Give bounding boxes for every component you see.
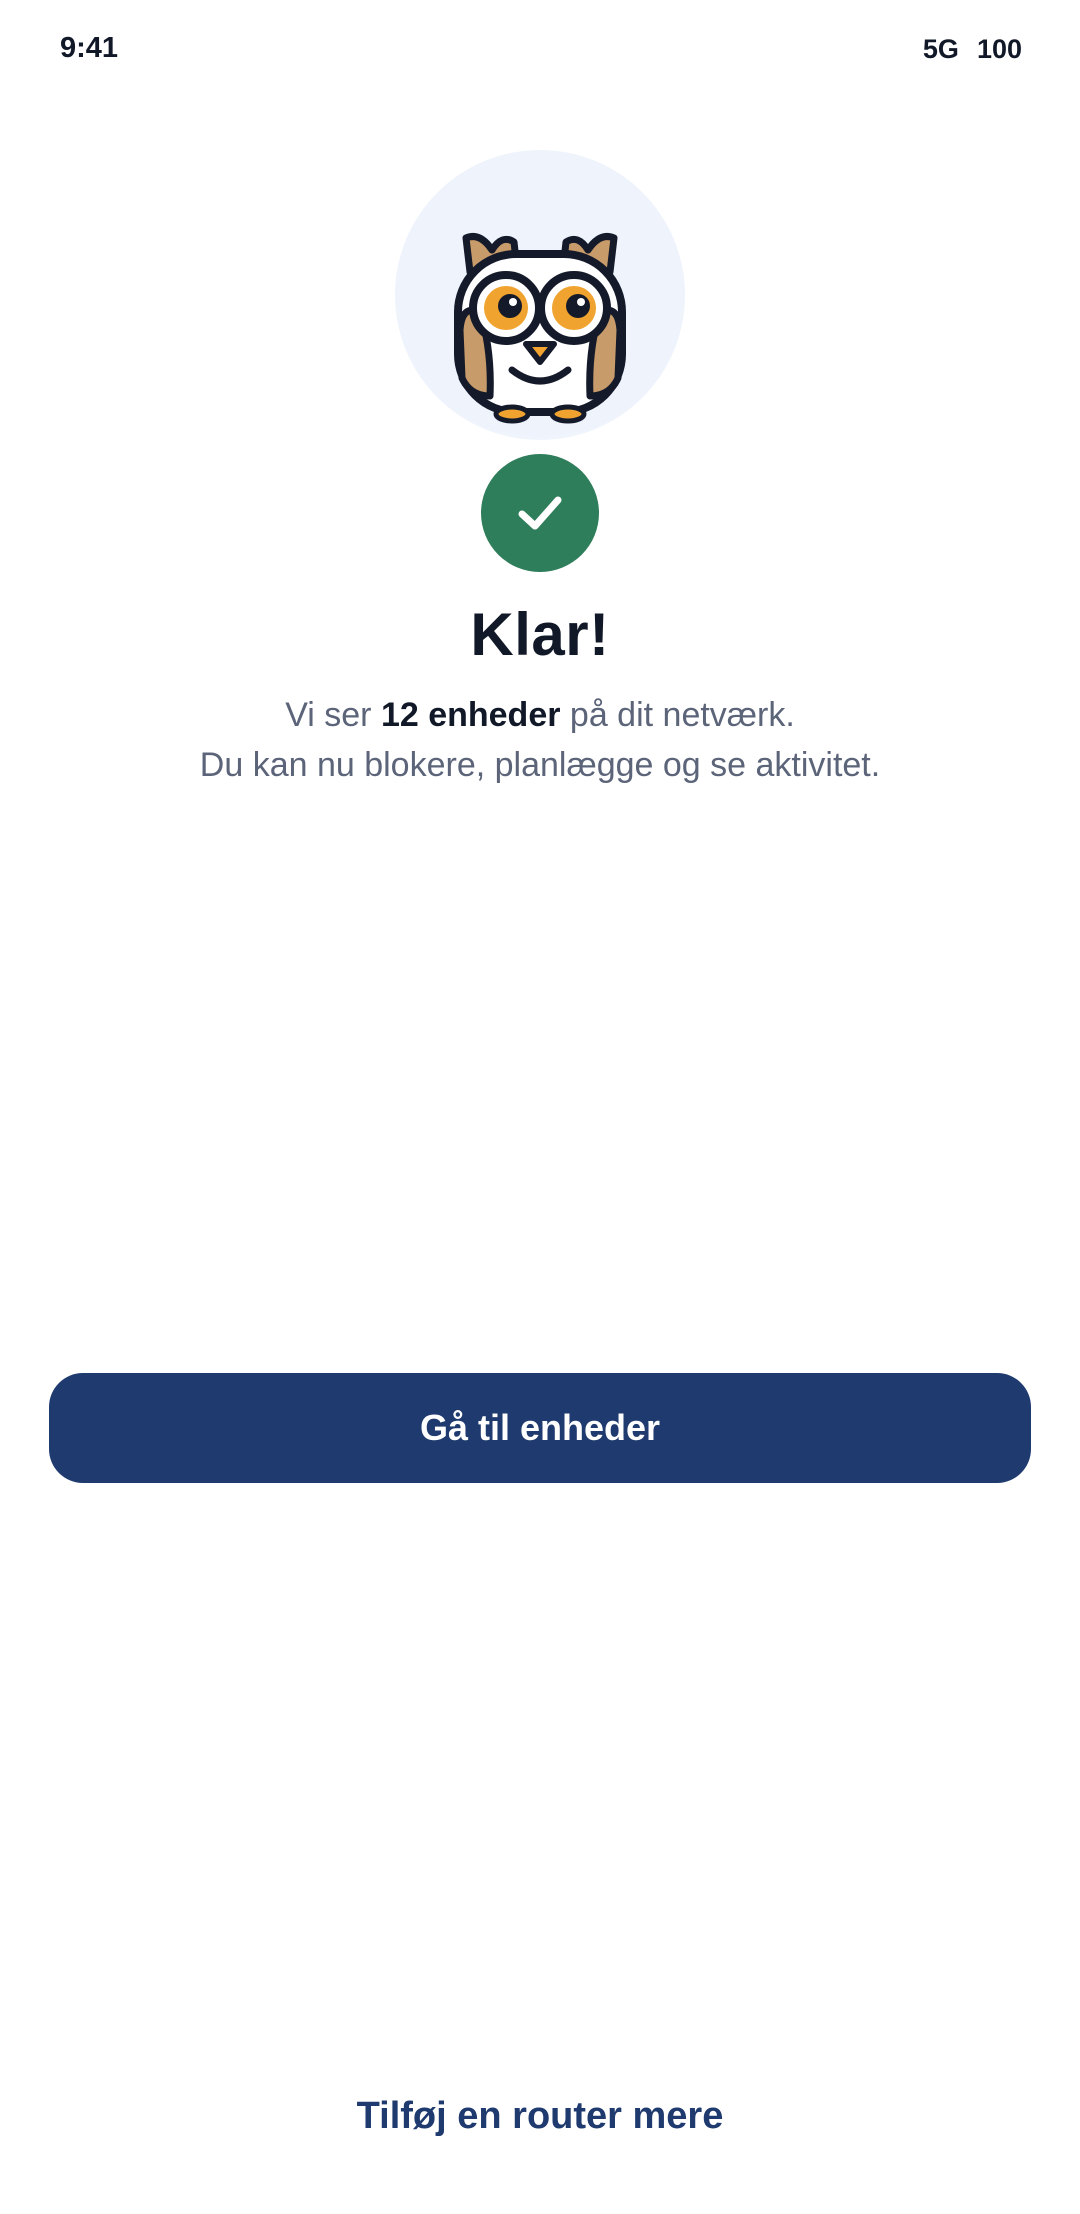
status-bar: 9:41 5G 100 <box>0 0 1080 100</box>
subtitle-suffix: på dit netværk. <box>560 696 795 734</box>
device-count: 12 enheder <box>380 696 561 734</box>
checkmark-icon <box>518 496 562 530</box>
status-indicators: 5G 100 <box>923 34 1022 65</box>
page-title: Klar! <box>470 601 610 668</box>
status-time: 9:41 <box>60 32 119 64</box>
subtitle: Vi ser 12 enheder på dit netværk. Du kan… <box>0 690 1080 790</box>
battery-indicator: 100 <box>976 34 1022 64</box>
success-badge <box>481 454 599 572</box>
subtitle-line-2: Du kan nu blokere, planlægge og se aktiv… <box>199 746 881 784</box>
go-to-devices-button[interactable]: Gå til enheder <box>49 1373 1031 1483</box>
subtitle-line-1: Vi ser 12 enheder på dit netværk. <box>0 690 1080 740</box>
subtitle-prefix: Vi ser <box>285 696 381 734</box>
owl-mascot-icon <box>454 233 626 424</box>
network-indicator: 5G <box>922 34 959 64</box>
add-router-link[interactable]: Tilføj en router mere <box>0 2095 1080 2138</box>
